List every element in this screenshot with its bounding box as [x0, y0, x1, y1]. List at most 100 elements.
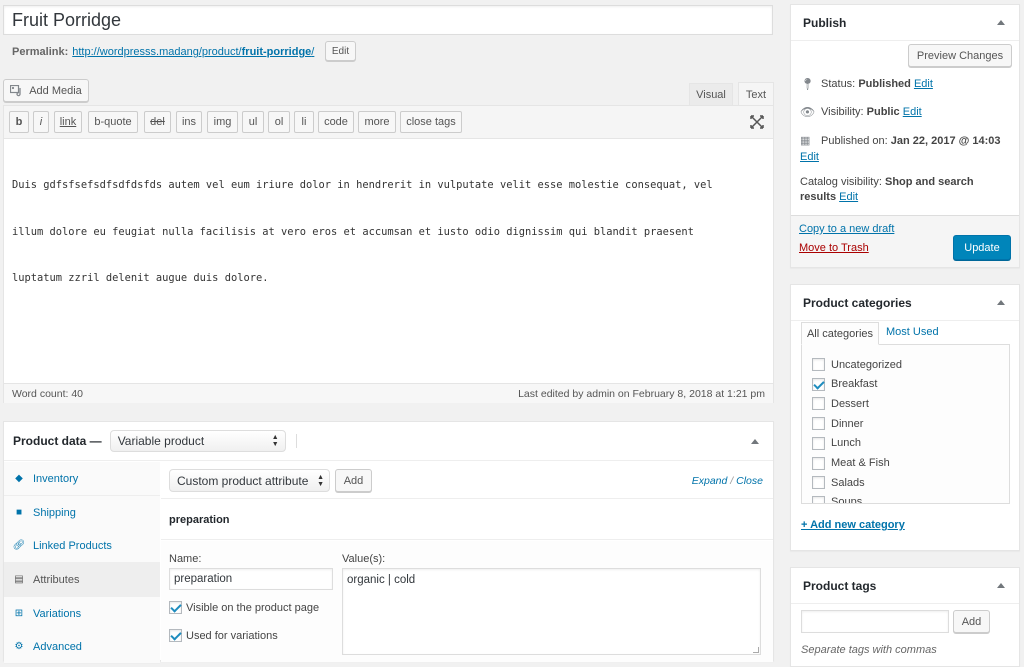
editor-tab-text[interactable]: Text	[738, 82, 774, 106]
tab-most-used[interactable]: Most Used	[886, 326, 939, 338]
tags-input[interactable]	[801, 610, 949, 633]
expand-link[interactable]: Expand	[692, 475, 728, 487]
visibility-label: Visibility:	[821, 106, 864, 118]
quicktag-ins[interactable]: ins	[176, 111, 202, 133]
update-button[interactable]: Update	[953, 235, 1011, 260]
variations-checkbox-row[interactable]: Used for variations	[169, 629, 278, 642]
quicktag-close-tags[interactable]: close tags	[400, 111, 462, 133]
category-checkbox[interactable]	[812, 417, 825, 431]
category-checkbox[interactable]	[812, 397, 825, 411]
category-item[interactable]: Dessert	[812, 397, 869, 411]
quicktag-img[interactable]: img	[207, 111, 238, 133]
product-type-select[interactable]: Variable product ▲ ▼	[109, 430, 286, 452]
add-new-category-link[interactable]: + Add new category	[801, 519, 905, 531]
title-input[interactable]: Fruit Porridge	[3, 5, 773, 35]
category-checkbox[interactable]	[812, 358, 825, 371]
add-attribute-button[interactable]: Add	[335, 469, 372, 492]
quicktag-link[interactable]: link	[54, 111, 82, 133]
add-tag-label: Add	[961, 615, 982, 628]
preview-changes-button[interactable]: Preview Changes	[908, 44, 1012, 67]
attribute-heading-row[interactable]: preparation	[161, 500, 773, 540]
visible-checkbox-row[interactable]: Visible on the product page	[169, 601, 319, 614]
category-checkbox[interactable]	[812, 495, 825, 503]
preview-changes-label: Preview Changes	[916, 49, 1004, 62]
visible-checkbox[interactable]	[169, 601, 182, 614]
editor-tab-visual[interactable]: Visual	[689, 83, 733, 105]
tab-advanced-label: Advanced	[33, 640, 82, 653]
add-media-button[interactable]: Add Media	[3, 79, 89, 102]
quicktag-ul[interactable]: ul	[242, 111, 264, 133]
close-link[interactable]: Close	[736, 475, 763, 487]
permalink-slug: fruit-porridge	[241, 46, 312, 58]
name-label: Name:	[169, 553, 202, 565]
permalink-trailing: /	[311, 46, 315, 58]
quicktag-ol[interactable]: ol	[268, 111, 290, 133]
move-to-trash-link[interactable]: Move to Trash	[799, 242, 869, 254]
status-edit-link[interactable]: Edit	[914, 78, 933, 90]
product-data-label: Product data —	[13, 434, 102, 448]
category-item[interactable]: Meat & Fish	[812, 456, 890, 470]
category-item[interactable]: Breakfast	[812, 377, 877, 391]
publish-toggle-icon[interactable]	[997, 20, 1005, 25]
quicktag-del[interactable]: del	[144, 111, 171, 133]
published-edit-link[interactable]: Edit	[800, 151, 819, 163]
quicktag-i[interactable]: i	[33, 111, 49, 133]
attribute-select[interactable]: Custom product attribute ▲ ▼	[169, 469, 330, 492]
select-arrows-icon: ▲ ▼	[317, 474, 324, 488]
tab-all-categories-label: All categories	[806, 327, 874, 340]
category-item[interactable]: Dinner	[812, 417, 864, 431]
quicktag-more[interactable]: more	[358, 111, 396, 133]
publish-header[interactable]: Publish	[791, 5, 1019, 41]
quicktag-code[interactable]: code	[318, 111, 354, 133]
tab-shipping[interactable]: ■ Shipping	[4, 496, 160, 530]
title-text: Fruit Porridge	[12, 9, 122, 30]
attribute-values-textarea[interactable]: organic | cold	[342, 568, 761, 655]
editor-status-bar: Word count: 40 Last edited by admin on F…	[4, 383, 773, 403]
quicktag-b-quote-label: b-quote	[94, 116, 132, 128]
tab-linked-products[interactable]: 🔗︎ Linked Products	[4, 529, 160, 563]
fullscreen-icon[interactable]	[750, 115, 764, 129]
category-item[interactable]: Lunch	[812, 436, 861, 450]
permalink-edit-button[interactable]: Edit	[325, 41, 356, 61]
variations-checkbox[interactable]	[169, 629, 182, 642]
category-item[interactable]: Salads	[812, 476, 865, 490]
update-label: Update	[964, 241, 1000, 254]
category-checkbox[interactable]	[812, 377, 825, 391]
tab-variations-label: Variations	[33, 607, 82, 620]
editor-line: illum dolore eu feugiat nulla facilisis …	[12, 225, 694, 238]
tab-shipping-label: Shipping	[33, 506, 76, 519]
tags-toggle-icon[interactable]	[997, 583, 1005, 588]
attributes-toolbar: Custom product attribute ▲ ▼ Add Expand /…	[161, 462, 773, 499]
quicktag-i-label: i	[39, 116, 43, 128]
category-checkbox[interactable]	[812, 476, 825, 490]
category-item[interactable]: Uncategorized	[812, 358, 902, 371]
product-data-tabs: ◆ Inventory ■ Shipping 🔗︎ Linked Products ▤…	[4, 462, 160, 664]
resize-handle-icon[interactable]	[753, 647, 759, 653]
quicktag-b[interactable]: b	[9, 111, 29, 133]
attribute-name-input[interactable]: preparation	[169, 568, 333, 590]
tab-all-categories[interactable]: All categories	[801, 322, 879, 345]
tags-header[interactable]: Product tags	[791, 568, 1019, 604]
permalink-link[interactable]: http://wordpresss.madang/product/fruit-p…	[72, 46, 314, 58]
quicktag-b-quote[interactable]: b-quote	[88, 111, 138, 133]
categories-list[interactable]: Uncategorized Breakfast Dessert Dinner Lunch…	[801, 344, 1010, 504]
tab-variations[interactable]: ⊞ Variations	[4, 597, 160, 631]
copy-to-draft-link[interactable]: Copy to a new draft	[799, 223, 894, 235]
category-checkbox[interactable]	[812, 456, 825, 470]
tab-advanced[interactable]: ⚙ Advanced	[4, 630, 160, 664]
tab-attributes[interactable]: ▤ Attributes	[4, 563, 160, 597]
attribute-values-value: organic | cold	[347, 574, 416, 586]
category-item[interactable]: Soups	[812, 495, 862, 503]
quicktag-ul-label: ul	[248, 116, 258, 128]
tab-inventory[interactable]: ◆ Inventory	[4, 462, 160, 496]
editor-textarea[interactable]: Duis gdfsfsefsdfsdfdsfds autem vel eum i…	[12, 147, 767, 377]
category-checkbox[interactable]	[812, 436, 825, 450]
category-label: Dinner	[831, 417, 864, 430]
add-tag-button[interactable]: Add	[953, 610, 990, 633]
quicktag-li[interactable]: li	[294, 111, 314, 133]
catalog-edit-link[interactable]: Edit	[839, 191, 858, 203]
categories-toggle-icon[interactable]	[997, 300, 1005, 305]
product-data-toggle-icon[interactable]	[751, 439, 759, 444]
visibility-edit-link[interactable]: Edit	[903, 106, 922, 118]
categories-header[interactable]: Product categories	[791, 285, 1019, 321]
